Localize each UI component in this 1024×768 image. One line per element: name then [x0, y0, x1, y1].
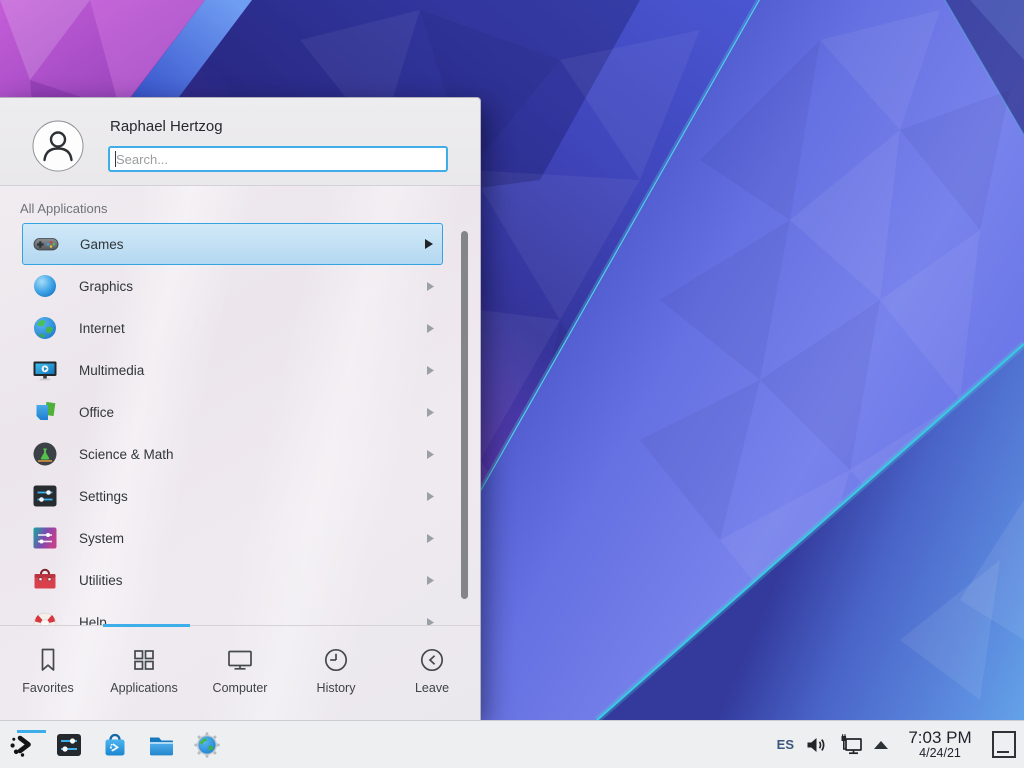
utilities-toolbox-icon: [31, 566, 59, 594]
user-name: Raphael Hertzog: [110, 118, 223, 135]
search-input[interactable]: [108, 146, 448, 172]
tabbar-divider: [0, 625, 480, 626]
category-row-office[interactable]: Office: [22, 391, 443, 433]
user-avatar-icon: [32, 120, 84, 172]
category-row-science-math[interactable]: Science & Math: [22, 433, 443, 475]
science-flask-icon: [31, 440, 59, 468]
discover-bag-icon: [100, 730, 130, 760]
tab-label: Computer: [213, 681, 268, 695]
folder-icon: [146, 730, 176, 760]
submenu-arrow-icon: [427, 282, 434, 291]
tab-leave[interactable]: Leave: [384, 629, 480, 721]
user-avatar[interactable]: [32, 120, 84, 177]
category-label: Multimedia: [79, 363, 144, 378]
app-grid-icon: [129, 645, 159, 675]
menu-header: Raphael Hertzog: [0, 98, 480, 186]
category-row-multimedia[interactable]: Multimedia: [22, 349, 443, 391]
tab-label: Leave: [415, 681, 449, 695]
submenu-arrow-icon: [427, 324, 434, 333]
category-row-internet[interactable]: Internet: [22, 307, 443, 349]
graphics-ball-icon: [31, 272, 59, 300]
discover-launcher[interactable]: [100, 730, 130, 760]
category-row-settings[interactable]: Settings: [22, 475, 443, 517]
section-label: All Applications: [20, 201, 107, 216]
submenu-arrow-icon: [427, 492, 434, 501]
taskbar-panel: ES 7:03 PM 4/24/21: [0, 720, 1024, 768]
application-launcher-button[interactable]: [8, 730, 38, 760]
globe-icon: [31, 314, 59, 342]
tab-applications[interactable]: Applications: [96, 629, 192, 721]
category-label: Settings: [79, 489, 128, 504]
clock-date: 4/24/21: [898, 747, 982, 760]
submenu-arrow-icon: [427, 534, 434, 543]
show-desktop-button[interactable]: [992, 731, 1016, 758]
category-label: Graphics: [79, 279, 133, 294]
system-settings-icon: [54, 730, 84, 760]
expand-tray-arrow-icon[interactable]: [874, 740, 888, 750]
submenu-arrow-icon: [427, 576, 434, 585]
bookmark-icon: [33, 645, 63, 675]
digital-clock[interactable]: 7:03 PM 4/24/21: [898, 729, 982, 760]
category-row-system[interactable]: System: [22, 517, 443, 559]
kde-launcher-icon: [8, 730, 38, 760]
submenu-arrow-icon: [427, 450, 434, 459]
category-label: Science & Math: [79, 447, 174, 462]
category-label: System: [79, 531, 124, 546]
leave-back-circle-icon: [417, 645, 447, 675]
category-row-utilities[interactable]: Utilities: [22, 559, 443, 601]
menu-scrollbar[interactable]: [461, 231, 468, 599]
category-row-graphics[interactable]: Graphics: [22, 265, 443, 307]
active-tab-indicator: [103, 624, 190, 627]
browser-globe-gear-icon: [192, 730, 222, 760]
tab-history[interactable]: History: [288, 629, 384, 721]
system-settings-launcher[interactable]: [54, 730, 84, 760]
settings-sliders-icon: [31, 482, 59, 510]
tab-label: Applications: [110, 681, 177, 695]
clock-time: 7:03 PM: [898, 729, 982, 747]
clock-icon: [321, 645, 351, 675]
kickoff-tabbar: Favorites Applications C: [0, 629, 480, 721]
gamepad-icon: [32, 230, 60, 258]
submenu-arrow-icon: [427, 408, 434, 417]
category-list: Games Graphics: [0, 223, 480, 626]
category-label: Internet: [79, 321, 125, 336]
office-documents-icon: [31, 398, 59, 426]
help-lifering-icon: [31, 608, 59, 626]
search-field-wrap: [108, 146, 448, 172]
text-caret: [115, 151, 116, 167]
keyboard-layout-indicator[interactable]: ES: [777, 737, 794, 752]
tab-computer[interactable]: Computer: [192, 629, 288, 721]
tab-label: Favorites: [22, 681, 73, 695]
system-sliders-icon: [31, 524, 59, 552]
file-manager-launcher[interactable]: [146, 730, 176, 760]
tab-favorites[interactable]: Favorites: [0, 629, 96, 721]
multimedia-monitor-icon: [31, 356, 59, 384]
category-label: Office: [79, 405, 114, 420]
audio-volume-icon[interactable]: [804, 733, 828, 757]
category-label: Utilities: [79, 573, 123, 588]
category-row-help[interactable]: Help: [22, 601, 443, 626]
wired-network-icon[interactable]: [838, 732, 864, 758]
category-label: Games: [80, 237, 124, 252]
submenu-arrow-icon: [425, 239, 433, 249]
desktop: Raphael Hertzog All Applications Games: [0, 0, 1024, 768]
system-tray: ES 7:03 PM 4/24/21: [777, 729, 1016, 760]
submenu-arrow-icon: [427, 366, 434, 375]
tab-label: History: [317, 681, 356, 695]
monitor-icon: [225, 645, 255, 675]
category-row-games[interactable]: Games: [22, 223, 443, 265]
web-browser-launcher[interactable]: [192, 730, 222, 760]
active-task-indicator: [17, 730, 46, 733]
application-launcher-menu: Raphael Hertzog All Applications Games: [0, 97, 481, 720]
